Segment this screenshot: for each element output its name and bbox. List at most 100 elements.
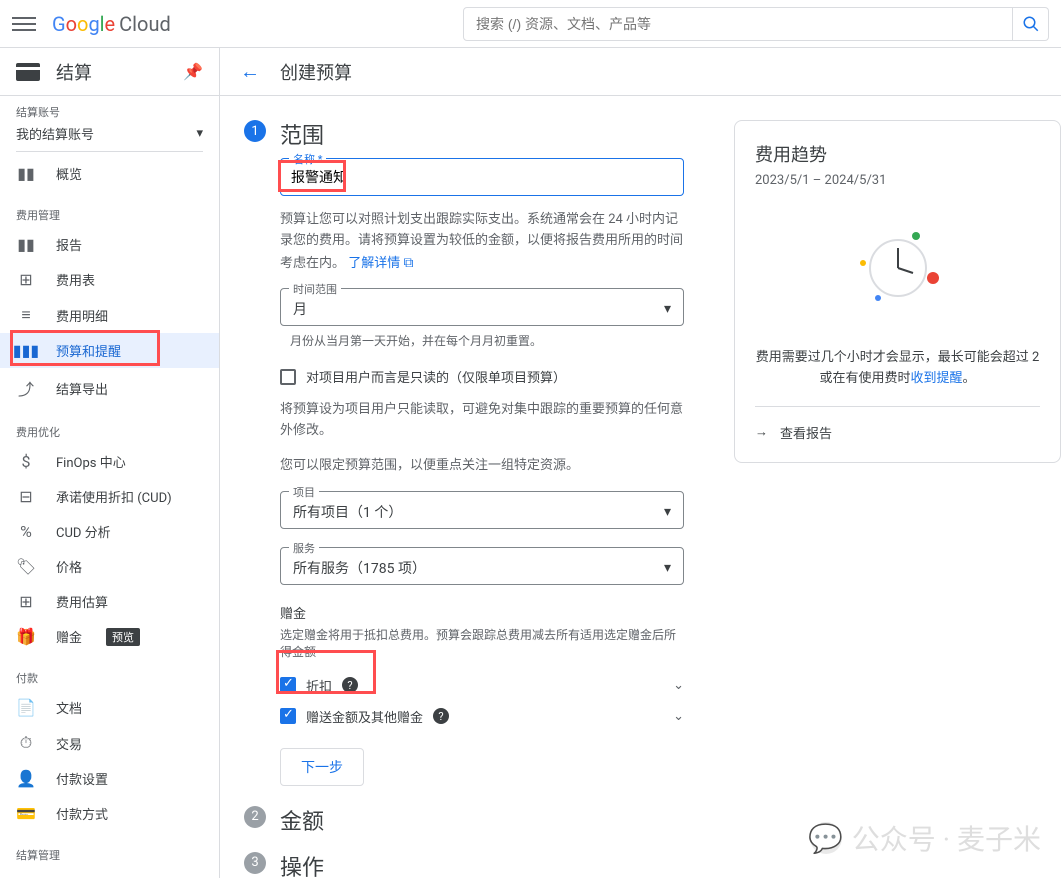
learn-more-link[interactable]: 了解详情 xyxy=(348,256,400,271)
chevron-down-icon: ▾ xyxy=(664,301,671,317)
sidebar-item-费用估算[interactable]: ⊞ 费用估算 xyxy=(0,584,219,619)
help-icon[interactable]: ? xyxy=(433,708,449,724)
card-icon: 💳 xyxy=(16,804,36,823)
sidebar-item-label: 费用估算 xyxy=(56,592,108,611)
bars-icon: ▮▮ xyxy=(16,164,36,183)
nav-group-label: 费用优化 xyxy=(0,408,219,444)
top-bar: Google Cloud xyxy=(0,0,1061,48)
nav-group-label: 结算管理 xyxy=(0,831,219,867)
sidebar-item-赠金[interactable]: 🎁 赠金 预览 xyxy=(0,619,219,654)
list-icon: ≡ xyxy=(16,305,36,325)
alert-link[interactable]: 收到提醒 xyxy=(910,371,962,386)
wechat-icon: 💬 xyxy=(810,822,842,854)
person-icon: 👤 xyxy=(16,769,36,788)
sidebar-item-label: 赠金 xyxy=(56,627,82,646)
step-2-title: 金额 xyxy=(280,804,324,836)
trend-title: 费用趋势 xyxy=(755,141,1040,167)
name-field[interactable]: 名称 * xyxy=(280,158,684,196)
search-button[interactable] xyxy=(1013,7,1049,41)
sidebar-item-费用明细[interactable]: ≡ 费用明细 xyxy=(0,297,219,333)
sidebar-item-label: 承诺使用折扣 (CUD) xyxy=(56,487,172,506)
credits-label: 赠金 xyxy=(280,603,684,622)
watermark: 💬 公众号 · 麦子米 xyxy=(810,818,1041,858)
discount-label: 折扣 xyxy=(306,676,332,695)
readonly-checkbox[interactable] xyxy=(280,369,296,385)
sidebar-item-label: 费用明细 xyxy=(56,306,108,325)
readonly-desc: 将预算设为项目用户只能读取，可避免对集中跟踪的重要预算的任何意外修改。 xyxy=(280,400,684,442)
sidebar-item-label: 交易 xyxy=(56,734,82,753)
sidebar-item-label: 费用表 xyxy=(56,270,95,289)
view-report-link[interactable]: → 查看报告 xyxy=(755,406,1040,442)
clock-icon: ⏱ xyxy=(16,733,36,753)
gift-icon: 🎁 xyxy=(16,627,36,646)
search-icon xyxy=(1022,15,1040,33)
readonly-label: 对项目用户而言是只读的（仅限单项目预算） xyxy=(306,367,566,386)
credits-desc: 选定赠金将用于抵扣总费用。预算会跟踪总费用减去所有适用选定赠金后所得金额 xyxy=(280,626,684,660)
dollar-icon: $ xyxy=(16,452,36,471)
arrow-right-icon: → xyxy=(755,424,768,440)
sidebar-item-付款设置[interactable]: 👤 付款设置 xyxy=(0,761,219,796)
sidebar-item-label: 预算和提醒 xyxy=(56,341,121,360)
sidebar-item-label: FinOps 中心 xyxy=(56,452,126,471)
other-credits-checkbox[interactable] xyxy=(280,708,296,724)
scope-description: 预算让您可以对照计划支出跟踪实际支出。系统通常会在 24 小时内记录您的费用。请… xyxy=(280,210,684,274)
nav-group-label: 费用管理 xyxy=(0,191,219,227)
table-icon: ⊞ xyxy=(16,270,36,289)
time-range-select[interactable]: 时间范围 月▾ xyxy=(280,288,684,326)
tag-icon: 🏷 xyxy=(16,557,36,576)
commit-icon: ⊟ xyxy=(16,487,36,506)
preview-badge: 预览 xyxy=(106,628,140,646)
other-credits-label: 赠送金额及其他赠金 xyxy=(306,707,423,726)
sidebar-item-label: 报告 xyxy=(56,235,82,254)
sidebar-item-label: 概览 xyxy=(56,164,82,183)
sidebar-item-交易[interactable]: ⏱ 交易 xyxy=(0,725,219,761)
step-1-title: 范围 xyxy=(280,118,324,150)
calc-icon: ⊞ xyxy=(16,592,36,611)
trend-range: 2023/5/1 – 2024/5/31 xyxy=(755,173,1040,188)
export-icon: ⤴ xyxy=(16,376,36,400)
sidebar-item-价格[interactable]: 🏷 价格 xyxy=(0,549,219,584)
sidebar-item-FinOps 中心[interactable]: $ FinOps 中心 xyxy=(0,444,219,479)
back-arrow-icon[interactable]: ← xyxy=(240,59,260,84)
account-dropdown[interactable]: 我的结算账号 ▾ xyxy=(16,120,203,152)
time-range-helper: 月份从当月第一天开始，并在每个月月初重置。 xyxy=(290,332,684,349)
sidebar-item-CUD 分析[interactable]: %CUD 分析 xyxy=(0,514,219,549)
sidebar-item-结算导出[interactable]: ⤴ 结算导出 xyxy=(0,368,219,408)
sidebar-item-label: 付款方式 xyxy=(56,804,108,823)
sidebar-item-label: 结算导出 xyxy=(56,379,108,398)
expand-icon[interactable]: ⌄ xyxy=(673,709,684,724)
page-title: 创建预算 xyxy=(280,59,352,85)
trend-note: 费用需要过几个小时才会显示，最长可能会超过 2 或在有使用费时收到提醒。 xyxy=(755,348,1040,390)
sidebar-item-报告[interactable]: ▮▮报告 xyxy=(0,227,219,262)
next-button[interactable]: 下一步 xyxy=(280,748,364,786)
step-3-number: 3 xyxy=(244,852,266,874)
hamburger-icon[interactable] xyxy=(12,12,36,36)
doc-icon: 📄 xyxy=(16,698,36,717)
name-input[interactable] xyxy=(291,163,673,185)
trend-card: 费用趋势 2023/5/1 – 2024/5/31 xyxy=(734,120,1061,463)
sidebar-item-概览[interactable]: ▮▮ 概览 xyxy=(0,156,219,191)
search-input[interactable] xyxy=(463,7,1013,41)
sidebar-item-付款方式[interactable]: 💳 付款方式 xyxy=(0,796,219,831)
scope-limit-desc: 您可以限定预算范围，以便重点关注一组特定资源。 xyxy=(280,456,684,477)
sidebar-item-label: 付款设置 xyxy=(56,769,108,788)
page-header: ← 创建预算 xyxy=(220,48,1061,96)
pin-icon[interactable]: 📌 xyxy=(183,62,203,81)
sidebar-item-label: 价格 xyxy=(56,557,82,576)
nav-group-label: 付款 xyxy=(0,654,219,690)
expand-icon[interactable]: ⌄ xyxy=(673,678,684,693)
service-select[interactable]: 服务 所有服务（1785 项）▾ xyxy=(280,547,684,585)
sidebar-item-label: 文档 xyxy=(56,698,82,717)
sidebar-item-费用表[interactable]: ⊞ 费用表 xyxy=(0,262,219,297)
sidebar-item-文档[interactable]: 📄 文档 xyxy=(0,690,219,725)
chevron-down-icon: ▾ xyxy=(196,126,203,141)
logo[interactable]: Google Cloud xyxy=(52,12,171,36)
percent-icon: % xyxy=(16,522,36,541)
project-select[interactable]: 项目 所有项目（1 个）▾ xyxy=(280,491,684,529)
sidebar-item-预算和提醒[interactable]: ▮▮▮预算和提醒 xyxy=(0,333,219,368)
discount-checkbox[interactable] xyxy=(280,677,296,693)
sidebar: 结算 📌 结算账号 我的结算账号 ▾ ▮▮概览费用管理▮▮报告⊞费用表≡费用明细… xyxy=(0,48,220,878)
sidebar-item-承诺使用折扣 (CUD)[interactable]: ⊟ 承诺使用折扣 (CUD) xyxy=(0,479,219,514)
help-icon[interactable]: ? xyxy=(342,677,358,693)
clock-icon xyxy=(848,218,948,318)
